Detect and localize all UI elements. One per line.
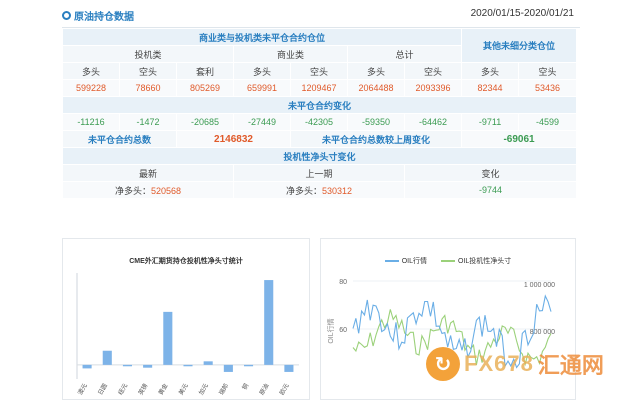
bar-category-label: 美元: [177, 382, 190, 396]
position-value: 1209467: [290, 79, 348, 97]
bar: [163, 311, 173, 365]
bar-category-label: 澳元: [76, 382, 89, 396]
weekly-change-label: 未平仓合约总数较上周变化: [289, 130, 463, 148]
position-value: 659991: [233, 79, 291, 97]
bar-category-label: 欧元: [278, 382, 291, 396]
position-value: 599228: [62, 79, 120, 97]
bar: [223, 364, 233, 372]
col-header: 空头: [518, 62, 578, 80]
watermark-text: FX678: [464, 351, 534, 376]
change-value: -59350: [347, 113, 405, 131]
col-header: 空头: [119, 62, 177, 80]
change-value: -1472: [119, 113, 177, 131]
section-title: 原油持仓数据: [62, 8, 134, 23]
total-value: 2146832: [176, 130, 291, 148]
weekly-change-value: -69061: [461, 130, 578, 148]
bar-category-label: 黄金: [157, 382, 170, 396]
date-range: 2020/01/15-2020/01/21: [470, 8, 574, 19]
bar-chart: 澳元 日圆 纽元 英镑 黄金 美元 加元 瑞郎 铜原油 欧元: [76, 273, 299, 397]
section-circle-icon: [62, 11, 71, 20]
bar: [143, 364, 153, 368]
bar-chart-panel: CME外汇期货持仓投机性净头寸统计 澳元 日圆 纽元 英镑 黄金 美元 加元 瑞郎铜原油 欧元: [62, 238, 310, 400]
cot-table: 商业类与投机类未平仓合约仓位 其他未细分类仓位 投机类 商业类 总计 多头 空头…: [61, 28, 578, 199]
bar-category-label: 英镑: [136, 382, 149, 396]
col-header: 多头: [347, 62, 405, 80]
header-bar: 原油持仓数据 2020/01/15-2020/01/21: [62, 6, 580, 28]
change-value: -27449: [233, 113, 291, 131]
col-header: 套利: [176, 62, 234, 80]
bar-category-label: 纽元: [116, 382, 129, 396]
col-header: 空头: [403, 62, 463, 80]
spec-col-change: 变化: [403, 164, 578, 182]
bar: [102, 350, 112, 365]
change-title: 未平仓合约变化: [61, 96, 578, 114]
fx678-logo-icon: ↻: [426, 347, 460, 381]
position-value: 2064488: [347, 79, 405, 97]
y-tick-left: 80: [339, 279, 347, 286]
bar-category-label: 加元: [197, 382, 210, 396]
spec-col-latest: 最新: [62, 164, 234, 182]
bar: [264, 280, 274, 365]
spec-prev-value: 530312: [321, 185, 353, 196]
subgroup-commercial: 商业类: [233, 45, 348, 63]
position-value: 2093396: [403, 79, 463, 97]
spec-latest: 净多头：520568: [62, 181, 234, 199]
y-tick-left: 60: [339, 327, 347, 334]
total-label: 未平仓合约总数: [62, 130, 177, 148]
other-title: 其他未细分类仓位: [461, 28, 578, 63]
spec-latest-label: 净多头：: [114, 185, 151, 196]
col-header: 多头: [233, 62, 291, 80]
change-value: -64462: [403, 113, 463, 131]
section-title-text: 原油持仓数据: [74, 12, 134, 23]
position-value: 82344: [461, 79, 520, 97]
bar: [284, 364, 294, 372]
spec-change-value: -9744: [403, 181, 578, 199]
position-value: 53436: [518, 79, 578, 97]
subgroup-speculative: 投机类: [62, 45, 234, 63]
watermark-cn: 汇通网: [537, 353, 604, 378]
change-value: -11216: [62, 113, 120, 131]
spec-prev: 净多头：530312: [233, 181, 405, 199]
bar-category-label: 原油: [258, 382, 271, 396]
fx678-watermark: ↻ FX678 汇通网: [426, 340, 636, 388]
change-value: -9711: [461, 113, 520, 131]
spec-prev-label: 净多头：: [285, 185, 322, 196]
group-title: 商业类与投机类未平仓合约仓位: [61, 28, 463, 46]
spec-latest-value: 520568: [150, 185, 182, 196]
bar: [203, 361, 213, 365]
spec-title: 投机性净头寸变化: [61, 147, 578, 165]
y-axis-label: OIL行情: [326, 318, 335, 343]
bar: [183, 364, 193, 367]
bar-category-label: 铜: [240, 382, 250, 391]
spec-col-prev: 上一期: [233, 164, 405, 182]
bar: [82, 364, 92, 369]
change-value: -4599: [518, 113, 578, 131]
change-value: -42305: [290, 113, 348, 131]
col-header: 多头: [62, 62, 120, 80]
bar: [244, 364, 254, 367]
col-header: 多头: [461, 62, 520, 80]
change-value: -20685: [176, 113, 234, 131]
bar-category-label: 日圆: [97, 383, 109, 397]
col-header: 空头: [290, 62, 348, 80]
y-tick-right: 1 000 000: [524, 282, 555, 289]
bar-category-label: 瑞郎: [217, 382, 230, 396]
position-value: 78660: [119, 79, 177, 97]
bar: [122, 364, 132, 367]
position-value: 805269: [176, 79, 234, 97]
subgroup-total: 总计: [346, 45, 463, 63]
